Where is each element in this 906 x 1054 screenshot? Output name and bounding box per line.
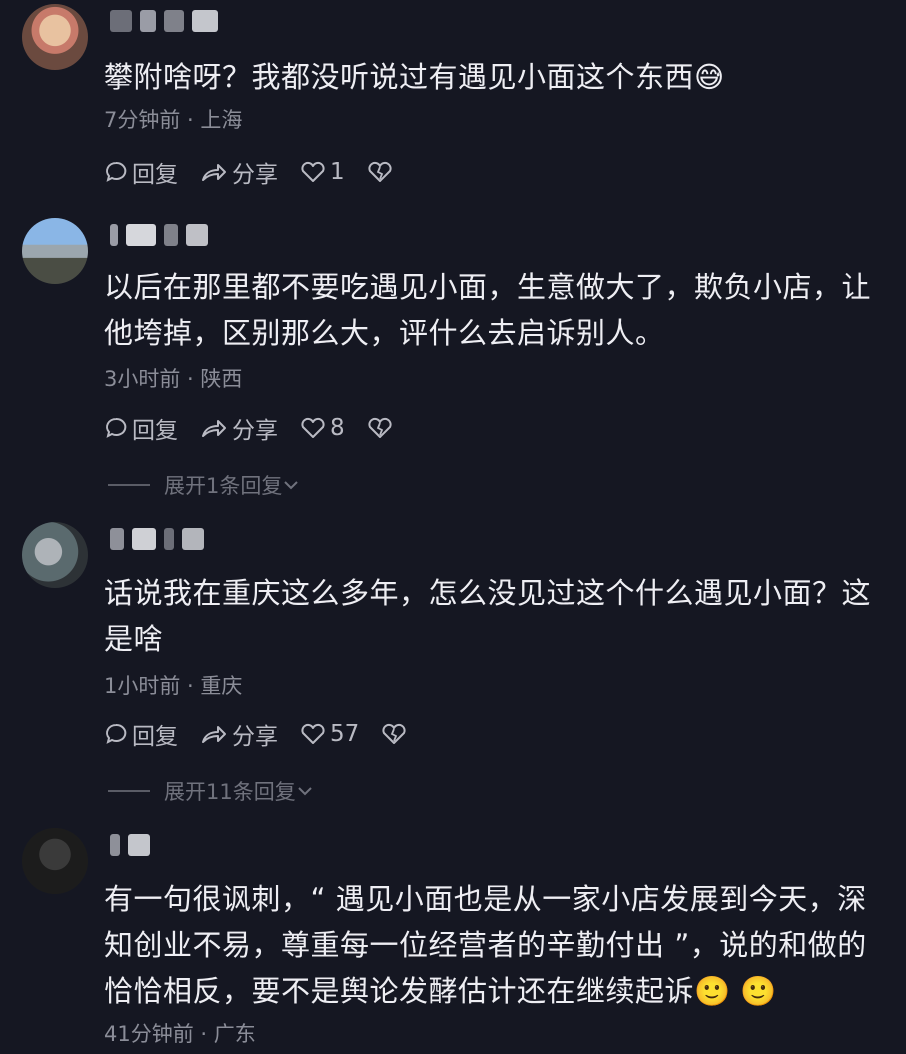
like-button[interactable]: 8: [300, 415, 345, 441]
comment-text: 攀附啥呀？我都没听说过有遇见小面这个东西😅: [104, 60, 725, 94]
share-arrow-icon: [202, 164, 226, 181]
share-button[interactable]: 分享: [200, 717, 278, 751]
dislike-button[interactable]: [381, 722, 411, 746]
divider: [108, 790, 150, 792]
username-blurred[interactable]: [110, 528, 212, 550]
comment-bubble-icon: [106, 417, 127, 438]
heart-icon: [301, 161, 325, 182]
comment-location: 上海: [200, 108, 243, 132]
reply-button[interactable]: 回复: [104, 155, 178, 189]
like-button[interactable]: 57: [300, 721, 359, 747]
comment-actions: 回复 分享 8: [104, 410, 419, 446]
comment-time: 7分钟前: [104, 108, 181, 132]
comment-bubble-icon: [106, 723, 127, 744]
reply-button[interactable]: 回复: [104, 411, 178, 445]
share-arrow-icon: [202, 726, 226, 743]
comment-text: 话说我在重庆这么多年，怎么没见过这个什么遇见小面？这是啥: [104, 576, 872, 656]
avatar[interactable]: [22, 4, 88, 70]
comment-text: 以后在那里都不要吃遇见小面，生意做大了，欺负小店，让他垮掉，区别那么大，评什么去…: [104, 270, 872, 350]
comment-actions: 回复 分享 1: [104, 154, 419, 190]
comment-time: 41分钟前: [104, 1022, 194, 1046]
expand-replies-button[interactable]: 展开1条回复: [108, 470, 300, 500]
comment-meta: 7分钟前 · 上海: [104, 108, 243, 132]
username-blurred[interactable]: [110, 834, 158, 856]
comment-location: 重庆: [200, 674, 243, 698]
dislike-button[interactable]: [367, 416, 397, 440]
like-button[interactable]: 1: [300, 159, 345, 185]
comment-bubble-icon: [106, 161, 127, 182]
avatar[interactable]: [22, 828, 88, 894]
comment-time: 1小时前: [104, 674, 181, 698]
like-count: 1: [330, 159, 345, 185]
avatar[interactable]: [22, 522, 88, 588]
avatar[interactable]: [22, 218, 88, 284]
comment-text: 有一句很讽刺，“ 遇见小面也是从一家小店发展到今天，深知创业不易，尊重每一位经营…: [104, 882, 867, 1008]
comment-item: 话说我在重庆这么多年，怎么没见过这个什么遇见小面？这是啥 1小时前 · 重庆 回…: [0, 522, 906, 812]
chevron-down-icon: [298, 787, 312, 796]
broken-heart-icon: [368, 417, 392, 438]
share-button[interactable]: 分享: [200, 155, 278, 189]
comment-meta: 3小时前 · 陕西: [104, 367, 243, 391]
reply-button[interactable]: 回复: [104, 717, 178, 751]
comment-item: 有一句很讽刺，“ 遇见小面也是从一家小店发展到今天，深知创业不易，尊重每一位经营…: [0, 828, 906, 1054]
comment-meta: 41分钟前 · 广东: [104, 1022, 256, 1046]
comment-location: 广东: [213, 1022, 256, 1046]
broken-heart-icon: [382, 723, 406, 744]
comment-actions: 回复 分享 57: [104, 716, 433, 752]
like-count: 8: [330, 415, 345, 441]
comment-time: 3小时前: [104, 367, 181, 391]
dislike-button[interactable]: [367, 160, 397, 184]
username-blurred[interactable]: [110, 224, 216, 246]
heart-icon: [301, 723, 325, 744]
heart-icon: [301, 417, 325, 438]
share-arrow-icon: [202, 420, 226, 437]
like-count: 57: [330, 721, 360, 747]
divider: [108, 484, 150, 486]
comment-item: 攀附啥呀？我都没听说过有遇见小面这个东西😅 7分钟前 · 上海 回复 分享 1: [0, 4, 906, 204]
comment-location: 陕西: [200, 367, 243, 391]
comment-meta: 1小时前 · 重庆: [104, 674, 243, 698]
comment-item: 以后在那里都不要吃遇见小面，生意做大了，欺负小店，让他垮掉，区别那么大，评什么去…: [0, 218, 906, 508]
username-blurred[interactable]: [110, 10, 226, 32]
share-button[interactable]: 分享: [200, 411, 278, 445]
broken-heart-icon: [368, 161, 392, 182]
chevron-down-icon: [284, 481, 299, 490]
expand-replies-button[interactable]: 展开11条回复: [108, 776, 314, 806]
